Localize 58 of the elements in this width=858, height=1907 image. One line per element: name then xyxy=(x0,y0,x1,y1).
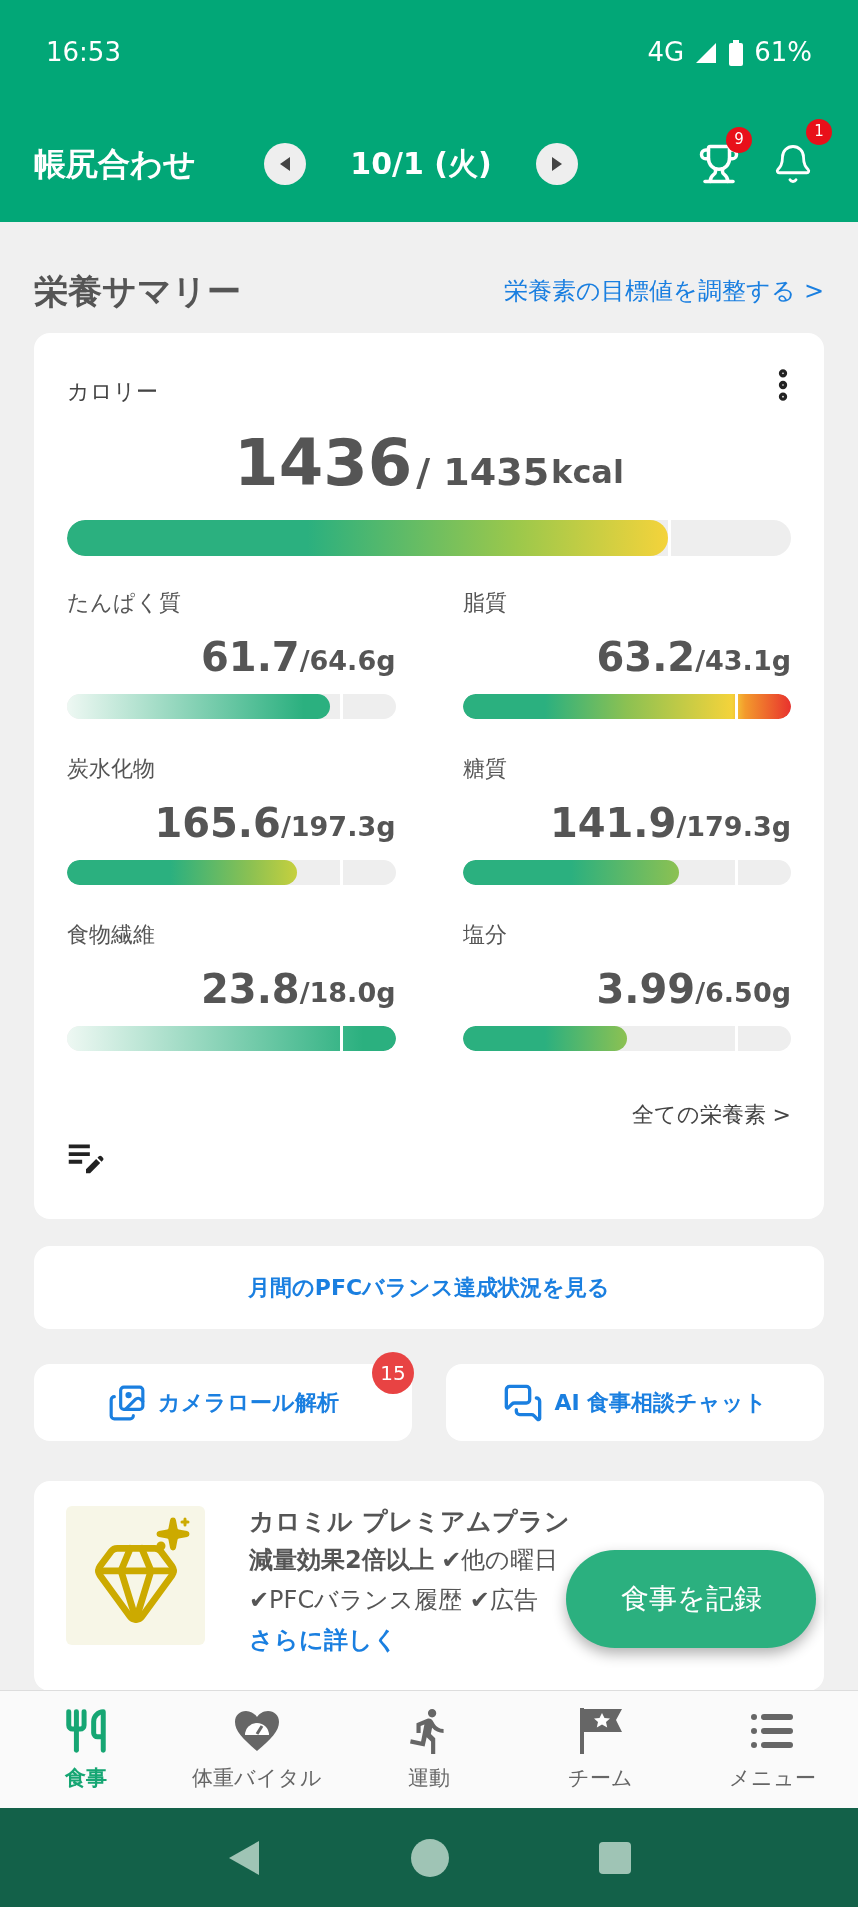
caret-left-icon xyxy=(279,155,291,172)
nutrient-target: /18.0g xyxy=(299,977,396,1010)
nutrient-target: /197.3g xyxy=(280,811,396,844)
nutrient-target: /179.3g xyxy=(676,811,791,844)
status-time: 16:53 xyxy=(46,36,121,69)
premium-benefits: 減量効果2倍以上 ✔他の曜日 xyxy=(249,1545,560,1576)
nav-tab[interactable]: 食事 xyxy=(0,1691,172,1808)
premium-title: カロミル プレミアムプラン xyxy=(249,1506,570,1538)
nutrient-value: 165.6 xyxy=(154,801,281,845)
premium-benefits: ✔PFCバランス履歴 ✔広告 xyxy=(249,1585,539,1616)
battery-icon xyxy=(728,39,745,66)
home-icon[interactable] xyxy=(411,1838,449,1877)
recents-icon[interactable] xyxy=(599,1841,631,1874)
network-type: 4G xyxy=(647,36,685,69)
adjust-targets-link[interactable]: 栄養素の目標値を調整する > xyxy=(504,273,824,309)
notification-badge: 1 xyxy=(806,118,832,145)
nav-tab[interactable]: 体重バイタル xyxy=(171,1691,344,1808)
nutrient-target: /64.6g xyxy=(299,645,396,678)
nav-tab[interactable]: 運動 xyxy=(343,1691,515,1808)
calorie-target: / 1435 xyxy=(416,449,550,496)
previous-day-button[interactable] xyxy=(264,142,306,185)
nutrient-name: 塩分 xyxy=(462,922,508,948)
nav-tab[interactable]: メニュー xyxy=(686,1691,858,1808)
notification-badge: 9 xyxy=(726,126,752,153)
back-icon[interactable] xyxy=(227,1838,261,1877)
nutrient-name: 脂質 xyxy=(462,590,508,616)
screen-title: 帳尻合わせ xyxy=(34,143,197,185)
nutrient-value: 141.9 xyxy=(549,801,677,845)
gallery-icon xyxy=(107,1383,146,1422)
calorie-label: カロリー xyxy=(67,378,158,406)
record-meal-button[interactable]: 食事を記録 xyxy=(566,1550,816,1648)
pfc-balance-button[interactable]: 月間のPFCバランス達成状況を見る xyxy=(34,1246,824,1329)
heart-gauge-icon xyxy=(233,1708,282,1753)
nav-tab[interactable]: チーム xyxy=(514,1691,687,1808)
calorie-unit: kcal xyxy=(551,452,624,493)
sparkle-icon xyxy=(155,1516,191,1552)
caret-right-icon xyxy=(551,155,563,172)
nutrient-name: 炭水化物 xyxy=(67,756,156,782)
nutrient-target: /43.1g xyxy=(695,645,791,678)
flag-icon xyxy=(577,1705,624,1756)
nutrient-name: たんぱく質 xyxy=(67,590,182,616)
nutrient-value: 23.8 xyxy=(201,967,300,1011)
count-badge: 15 xyxy=(372,1352,414,1394)
nutrient-value: 63.2 xyxy=(596,635,696,679)
nutrient-name: 食物繊維 xyxy=(67,922,156,948)
section-title: 栄養サマリー xyxy=(34,269,241,313)
nutrient-target: /6.50g xyxy=(695,977,791,1010)
nutrient-name: 糖質 xyxy=(462,756,508,782)
trophy-icon xyxy=(698,142,740,185)
next-day-button[interactable] xyxy=(536,142,578,185)
battery-level: 61% xyxy=(754,36,812,69)
calorie-value: 1436 xyxy=(234,428,413,498)
nutrient-value: 3.99 xyxy=(596,967,696,1011)
ai-chat-button[interactable]: AI 食事相談チャット xyxy=(446,1364,824,1441)
current-date: 10/1 (火) xyxy=(349,145,493,183)
nutrient-value: 61.7 xyxy=(201,635,300,679)
chat-icon xyxy=(502,1382,543,1423)
all-nutrients-link[interactable]: 全ての栄養素 > xyxy=(631,1098,791,1131)
